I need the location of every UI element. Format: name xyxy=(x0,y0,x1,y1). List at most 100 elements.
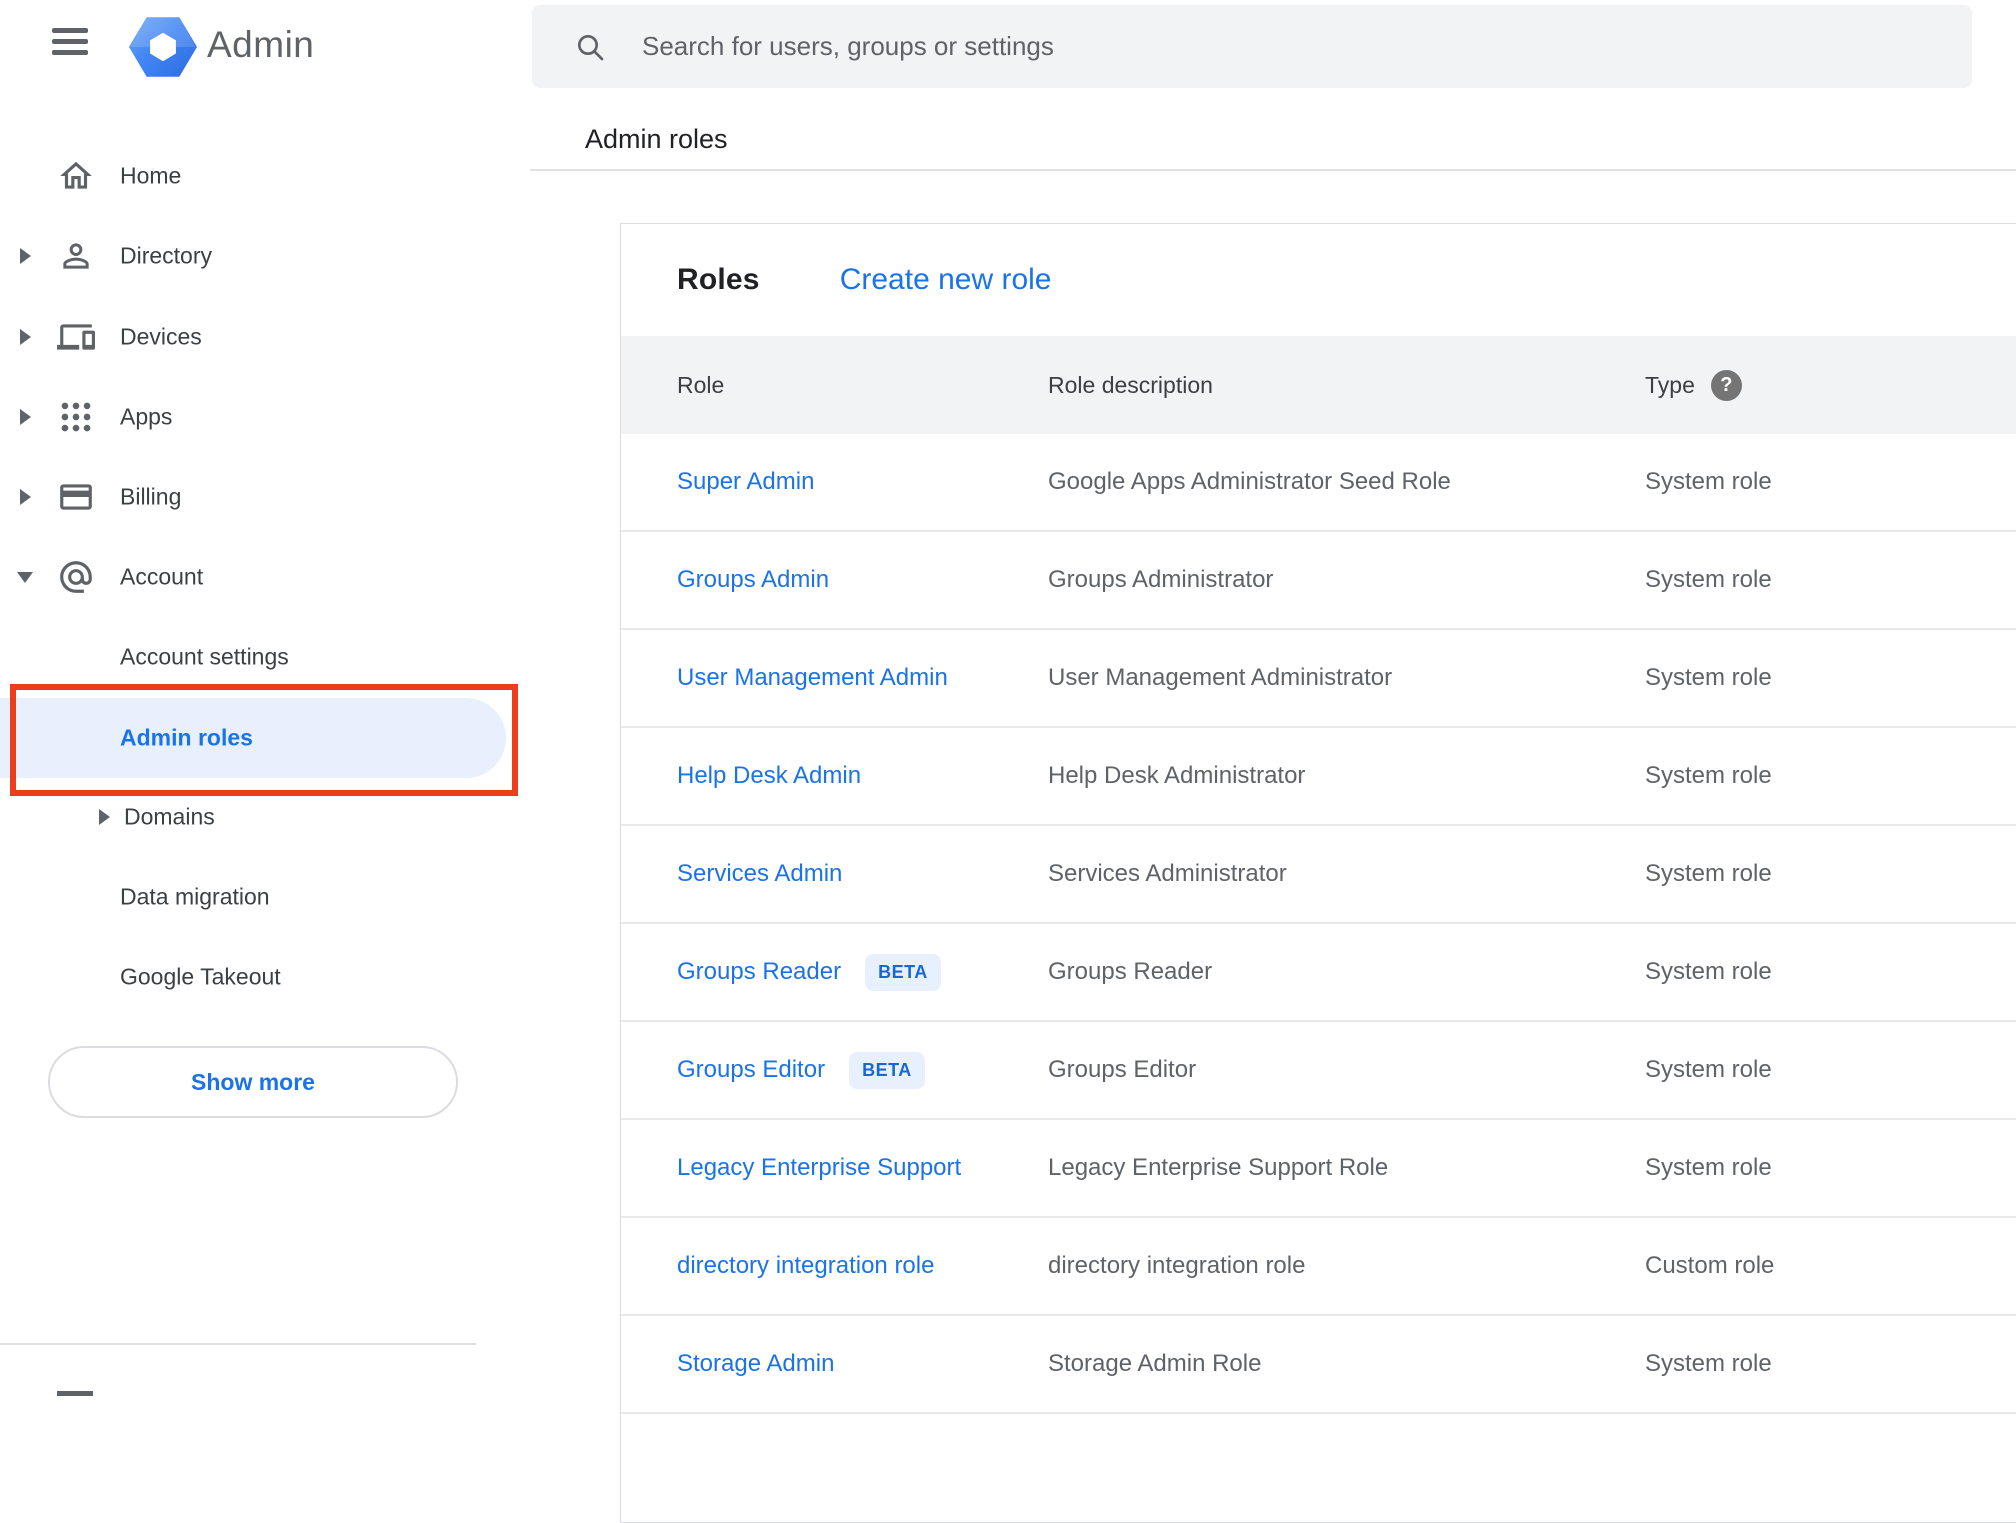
panel-title: Roles xyxy=(677,263,760,296)
role-type: System role xyxy=(1645,566,1772,593)
sidebar-item-google-takeout[interactable]: Google Takeout xyxy=(0,937,506,1017)
admin-logo-icon xyxy=(129,16,197,78)
sidebar-divider xyxy=(0,1343,476,1345)
role-description: Services Administrator xyxy=(1048,860,1287,887)
role-cell: User Management Admin xyxy=(677,630,948,726)
sidebar-item-apps[interactable]: Apps xyxy=(0,377,506,457)
sidebar-item-label: Directory xyxy=(120,242,213,269)
beta-badge: BETA xyxy=(849,1051,925,1089)
sidebar-item-domains[interactable]: Domains xyxy=(0,777,506,857)
role-link[interactable]: directory integration role xyxy=(677,1252,934,1280)
role-type: System role xyxy=(1645,1350,1772,1377)
role-cell: Services Admin xyxy=(677,826,842,922)
show-more-button[interactable]: Show more xyxy=(48,1046,458,1118)
role-cell: Legacy Enterprise Support xyxy=(677,1120,961,1216)
table-row: Storage Admin Storage Admin Role System … xyxy=(621,1316,2016,1414)
table-row: User Management Admin User Management Ad… xyxy=(621,630,2016,728)
role-link[interactable]: User Management Admin xyxy=(677,664,948,692)
collapse-arrow-icon[interactable] xyxy=(17,572,33,583)
expand-arrow-icon[interactable] xyxy=(99,809,110,825)
sidebar-item-account[interactable]: Account xyxy=(0,537,506,617)
role-type: System role xyxy=(1645,762,1772,789)
role-link[interactable]: Groups Admin xyxy=(677,566,829,594)
help-icon[interactable]: ? xyxy=(1710,369,1742,401)
partial-bottom-icon xyxy=(57,1391,93,1396)
sidebar-item-account-settings[interactable]: Account settings xyxy=(0,617,506,697)
table-row: Services Admin Services Administrator Sy… xyxy=(621,826,2016,924)
sidebar-item-label: Data migration xyxy=(120,883,270,910)
sidebar-item-admin-roles[interactable]: Admin roles xyxy=(0,698,506,778)
roles-panel: Roles Create new role Role Role descript… xyxy=(620,223,2016,1523)
role-link[interactable]: Legacy Enterprise Support xyxy=(677,1154,961,1182)
table-row: Super Admin Google Apps Administrator Se… xyxy=(621,434,2016,532)
sidebar-item-directory[interactable]: Directory xyxy=(0,216,506,296)
role-link[interactable]: Services Admin xyxy=(677,860,842,888)
role-type: System role xyxy=(1645,958,1772,985)
credit-card-icon xyxy=(57,478,95,516)
role-description: Groups Administrator xyxy=(1048,566,1274,593)
role-type: Custom role xyxy=(1645,1252,1775,1279)
sidebar-item-label: Domains xyxy=(124,803,215,830)
search-bar[interactable] xyxy=(532,5,1972,88)
breadcrumb: Admin roles xyxy=(585,124,728,154)
roles-table-body: Super Admin Google Apps Administrator Se… xyxy=(621,434,2016,1414)
role-link[interactable]: Groups Reader xyxy=(677,958,841,986)
roles-panel-header: Roles Create new role xyxy=(621,224,2016,336)
home-icon xyxy=(57,157,95,195)
apps-grid-icon xyxy=(57,398,95,436)
role-description: Help Desk Administrator xyxy=(1048,762,1306,789)
sidebar-item-billing[interactable]: Billing xyxy=(0,457,506,537)
role-type: System role xyxy=(1645,664,1772,691)
main-content: Admin roles Roles Create new role Role R… xyxy=(530,0,2016,1523)
role-type: System role xyxy=(1645,1056,1772,1083)
role-description: Storage Admin Role xyxy=(1048,1350,1262,1377)
role-link[interactable]: Super Admin xyxy=(677,468,814,496)
sidebar-item-label: Admin roles xyxy=(120,724,253,751)
sidebar-item-label: Account settings xyxy=(120,643,289,670)
role-description: directory integration role xyxy=(1048,1252,1306,1279)
role-description: Groups Reader xyxy=(1048,958,1213,985)
expand-arrow-icon[interactable] xyxy=(20,409,31,425)
table-row: Groups Admin Groups Administrator System… xyxy=(621,532,2016,630)
person-icon xyxy=(57,237,95,275)
role-cell: Groups Editor BETA xyxy=(677,1022,925,1118)
hamburger-menu-icon[interactable] xyxy=(52,26,88,58)
sidebar-item-label: Apps xyxy=(120,403,173,430)
role-cell: directory integration role xyxy=(677,1218,934,1314)
table-row: directory integration role directory int… xyxy=(621,1218,2016,1316)
table-header-row: Role Role description Type ? xyxy=(621,336,2016,434)
sidebar-item-devices[interactable]: Devices xyxy=(0,297,506,377)
table-row: Groups Reader BETA Groups Reader System … xyxy=(621,924,2016,1022)
role-cell: Groups Admin xyxy=(677,532,829,628)
create-new-role-link[interactable]: Create new role xyxy=(840,263,1052,297)
sidebar-item-data-migration[interactable]: Data migration xyxy=(0,857,506,937)
app-title: Admin xyxy=(207,24,315,65)
sidebar-item-label: Account xyxy=(120,563,204,590)
expand-arrow-icon[interactable] xyxy=(20,329,31,345)
role-cell: Help Desk Admin xyxy=(677,728,861,824)
expand-arrow-icon[interactable] xyxy=(20,248,31,264)
role-type: System role xyxy=(1645,1154,1772,1181)
role-description: User Management Administrator xyxy=(1048,664,1393,691)
role-type: System role xyxy=(1645,860,1772,887)
expand-arrow-icon[interactable] xyxy=(20,489,31,505)
sidebar-item-home[interactable]: Home xyxy=(0,136,506,216)
divider xyxy=(530,169,2016,171)
devices-icon xyxy=(57,318,95,356)
search-input[interactable] xyxy=(642,5,1942,88)
role-description: Google Apps Administrator Seed Role xyxy=(1048,468,1451,495)
role-link[interactable]: Groups Editor xyxy=(677,1056,825,1084)
role-cell: Super Admin xyxy=(677,434,814,530)
table-row: Groups Editor BETA Groups Editor System … xyxy=(621,1022,2016,1120)
column-header-role: Role xyxy=(677,371,725,398)
role-type: System role xyxy=(1645,468,1772,495)
sidebar-item-label: Billing xyxy=(120,483,182,510)
role-link[interactable]: Help Desk Admin xyxy=(677,762,861,790)
table-row: Help Desk Admin Help Desk Administrator … xyxy=(621,728,2016,826)
column-header-role-description: Role description xyxy=(1048,371,1213,398)
role-description: Legacy Enterprise Support Role xyxy=(1048,1154,1389,1181)
role-cell: Storage Admin xyxy=(677,1316,834,1412)
sidebar: Admin Home Directory Devices Apps Billin… xyxy=(0,0,530,1396)
role-link[interactable]: Storage Admin xyxy=(677,1350,834,1378)
sidebar-item-label: Home xyxy=(120,162,182,189)
